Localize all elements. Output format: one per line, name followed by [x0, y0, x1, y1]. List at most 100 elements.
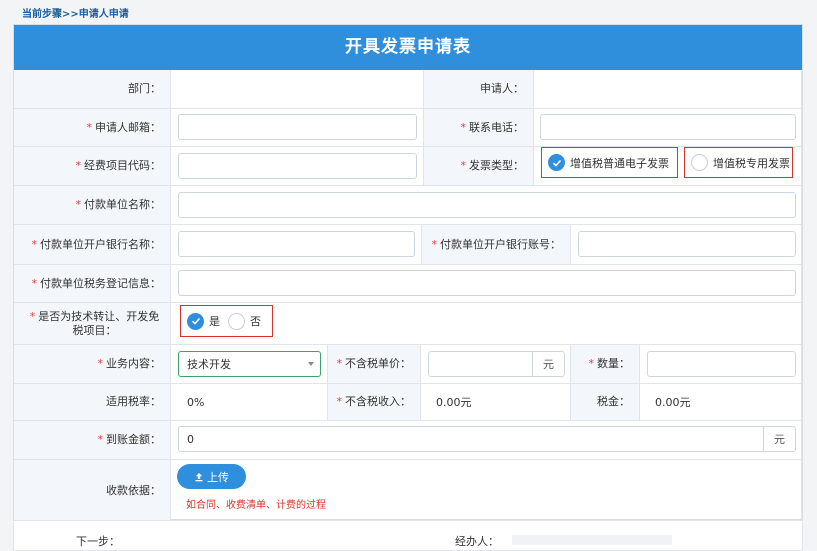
department-label-text: 部门：: [128, 82, 161, 95]
invoice-type-option-1[interactable]: 增值税普通电子发票: [541, 147, 678, 178]
radio-unchecked-icon: [691, 154, 708, 171]
quantity-field[interactable]: [647, 351, 796, 377]
income-value: 0.00元: [436, 396, 472, 409]
unit-price-suffix: 元: [532, 352, 564, 376]
invoice-application-page: 当前步骤>>申请人申请 开具发票申请表 部门： 申请人： * 申请人邮箱： * …: [0, 0, 817, 551]
radio-checked-icon: [548, 154, 565, 171]
project-code-field[interactable]: [178, 153, 417, 179]
required-mark: *: [75, 198, 82, 211]
quantity-cell: [640, 345, 802, 384]
tech-transfer-no-radio[interactable]: [228, 312, 245, 330]
invoice-type-option-1-label: 增值税普通电子发票: [570, 156, 669, 170]
amount-suffix: 元: [763, 427, 795, 451]
upload-icon: [195, 472, 203, 481]
required-mark: *: [75, 159, 82, 172]
tax-label: 税金：: [571, 384, 640, 421]
breadcrumb: 当前步骤>>申请人申请: [22, 9, 129, 20]
required-mark: *: [460, 159, 467, 172]
next-step-label: 下一步：: [76, 535, 120, 548]
required-mark: *: [29, 309, 36, 323]
footer-row: 下一步： 经办人：: [13, 520, 803, 551]
payer-tax-label-text: 付款单位税务登记信息：: [40, 276, 161, 290]
applicant-label-text: 申请人：: [480, 82, 524, 95]
check-icon: [191, 317, 200, 325]
upload-button-label: 上传: [207, 470, 229, 484]
handler-label: 经办人：: [455, 535, 499, 548]
business-label-text: 业务内容：: [106, 357, 161, 370]
handler-value: [512, 535, 672, 545]
invoice-type-label-text: 发票类型：: [469, 159, 524, 172]
required-mark: *: [460, 120, 467, 134]
department-label: 部门：: [14, 70, 171, 109]
department-value: [171, 70, 424, 109]
business-cell: 技术开发: [171, 345, 328, 384]
basis-hint: 如合同、收费清单、计费的过程: [186, 500, 326, 511]
payer-name-field[interactable]: [178, 192, 796, 218]
invoice-type-option-2[interactable]: 增值税专用发票: [684, 147, 793, 178]
payer-account-cell: [571, 225, 802, 265]
tax-rate-value-cell: 0%: [171, 384, 328, 421]
required-mark: *: [97, 357, 104, 370]
check-icon: [552, 159, 561, 167]
phone-label: * 联系电话：: [424, 109, 534, 147]
required-mark: *: [31, 276, 38, 290]
tax-rate-label-text: 适用税率：: [106, 395, 161, 408]
phone-label-text: 联系电话：: [469, 120, 524, 134]
upload-button[interactable]: 上传: [177, 464, 246, 489]
tax-value: 0.00元: [655, 396, 691, 409]
phone-field[interactable]: [540, 114, 796, 140]
tech-transfer-yes-radio[interactable]: [187, 312, 204, 330]
unit-price-cell: 元: [421, 345, 571, 384]
unit-price-label: * 不含税单价：: [328, 345, 421, 384]
required-mark: *: [86, 120, 93, 134]
quantity-label: * 数量：: [571, 345, 640, 384]
applicant-label: 申请人：: [424, 70, 534, 109]
payer-tax-field[interactable]: [178, 270, 796, 296]
required-mark: *: [431, 237, 438, 251]
payer-bank-cell: [171, 225, 422, 265]
payer-account-field[interactable]: [578, 231, 796, 257]
amount-cell: 0 元: [171, 421, 802, 460]
email-cell: [171, 109, 424, 147]
payer-name-cell: [171, 186, 802, 225]
email-label: * 申请人邮箱：: [14, 109, 171, 147]
required-mark: *: [31, 237, 38, 251]
quantity-label-text: 数量：: [597, 357, 630, 370]
tech-transfer-no-label: 否: [250, 315, 261, 328]
required-mark: *: [336, 395, 343, 408]
tech-transfer-label-wrap: * 是否为技术转让、开发免税项目：: [28, 310, 161, 338]
tax-rate-value: 0%: [187, 395, 205, 409]
applicant-value: [534, 70, 802, 109]
basis-label-text: 收款依据：: [106, 483, 161, 497]
payer-name-label-text: 付款单位名称：: [84, 198, 161, 211]
tax-rate-label: 适用税率：: [14, 384, 171, 421]
project-code-label: * 经费项目代码：: [14, 147, 171, 186]
amount-label: * 到账金额：: [14, 421, 171, 460]
amount-label-text: 到账金额：: [106, 433, 161, 446]
payer-bank-label: * 付款单位开户银行名称：: [14, 225, 171, 265]
basis-label: 收款依据：: [14, 460, 171, 521]
tax-value-cell: 0.00元: [640, 384, 802, 421]
payer-account-label: * 付款单位开户银行账号：: [422, 225, 571, 265]
email-label-text: 申请人邮箱：: [95, 120, 161, 134]
tech-transfer-label-text: 是否为技术转让、开发免税项目：: [38, 309, 160, 337]
income-label-text: 不含税收入：: [345, 395, 411, 408]
amount-field[interactable]: 0 元: [178, 426, 796, 452]
tech-transfer-cell: 是 否: [171, 303, 802, 345]
project-code-cell: [171, 147, 424, 186]
business-select-value: 技术开发: [187, 358, 231, 371]
business-label: * 业务内容：: [14, 345, 171, 384]
business-select[interactable]: 技术开发: [178, 351, 321, 377]
income-value-cell: 0.00元: [421, 384, 571, 421]
invoice-type-label: * 发票类型：: [424, 147, 534, 186]
project-code-label-text: 经费项目代码：: [84, 159, 161, 172]
basis-cell: [171, 460, 802, 521]
unit-price-field[interactable]: 元: [428, 351, 565, 377]
required-mark: *: [97, 433, 104, 446]
invoice-type-cell: 增值税普通电子发票 增值税专用发票: [534, 147, 802, 186]
payer-tax-label: * 付款单位税务登记信息：: [14, 265, 171, 303]
caret-down-icon: [308, 362, 314, 366]
form-title: 开具发票申请表: [14, 25, 802, 70]
email-field[interactable]: [178, 114, 417, 140]
payer-bank-field[interactable]: [178, 231, 415, 257]
